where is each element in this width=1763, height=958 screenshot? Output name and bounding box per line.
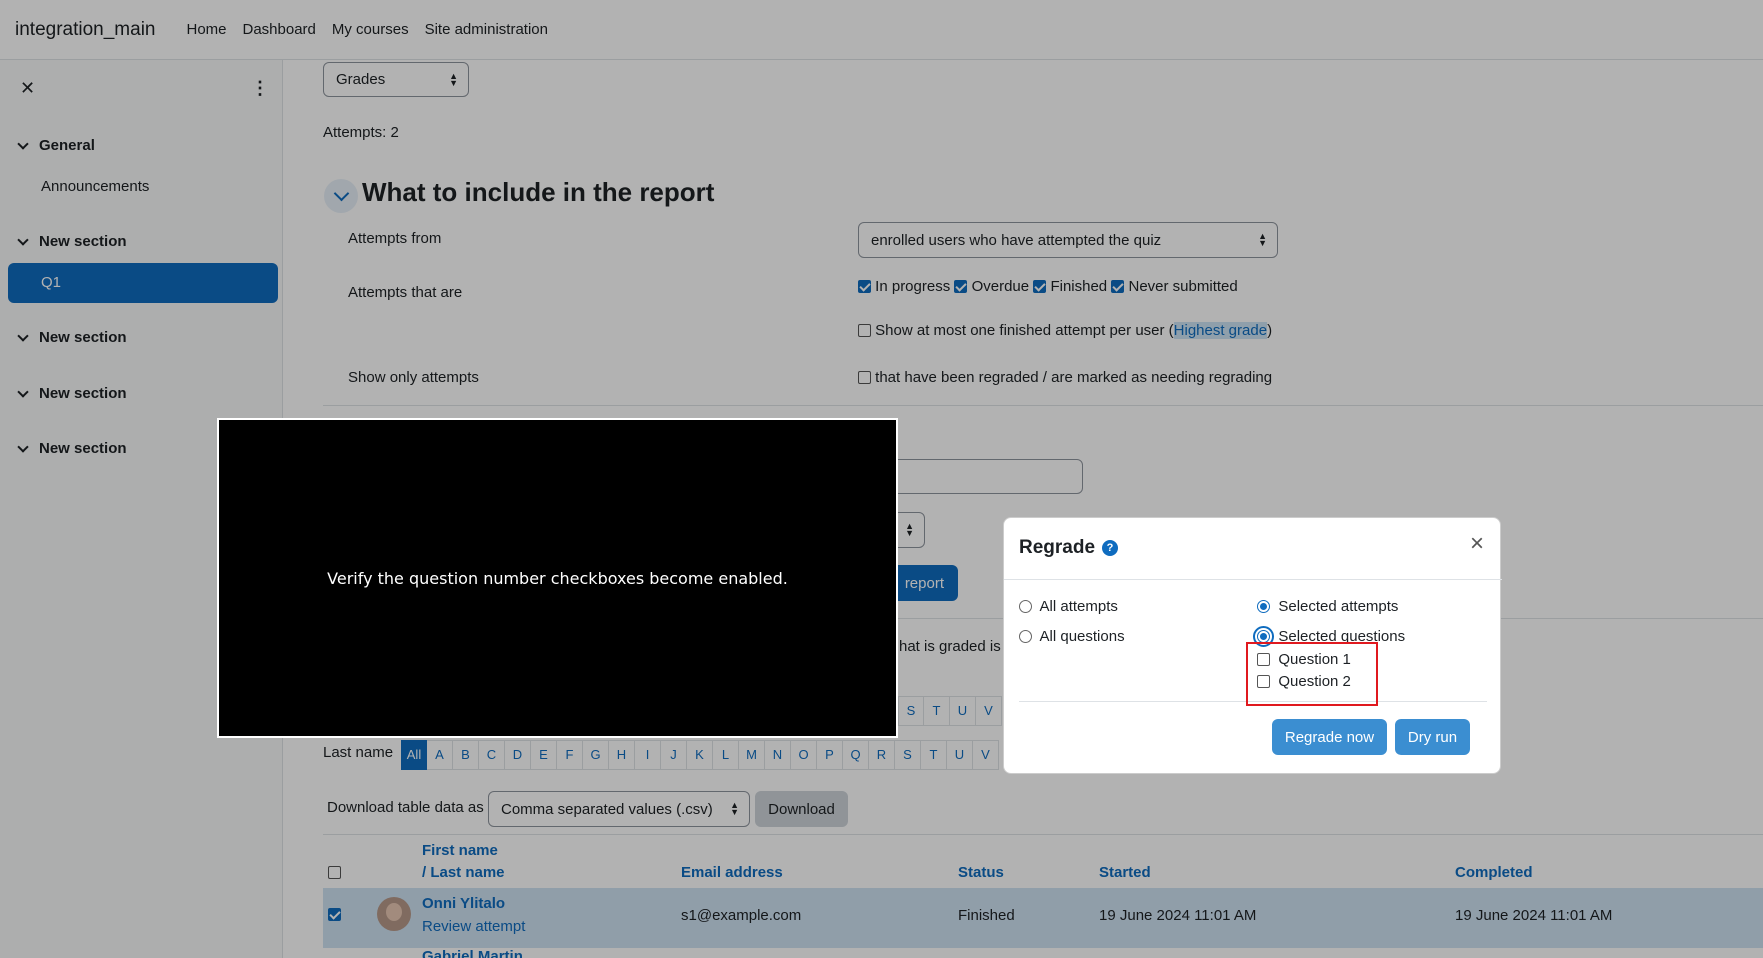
selected-attempts-option: Selected attempts: [1257, 598, 1398, 615]
dialog-title: Regrade: [1019, 537, 1096, 558]
all-questions-option: All questions: [1019, 628, 1125, 645]
regrade-now-button[interactable]: Regrade now: [1272, 719, 1387, 755]
help-icon[interactable]: ?: [1102, 540, 1118, 556]
caption-text: Verify the question number checkboxes be…: [327, 568, 788, 588]
close-icon[interactable]: ×: [1470, 532, 1484, 556]
instruction-caption: Verify the question number checkboxes be…: [217, 418, 898, 738]
all-attempts-radio[interactable]: [1019, 600, 1032, 613]
dry-run-button[interactable]: Dry run: [1395, 719, 1470, 755]
highlight-annotation: [1246, 642, 1378, 706]
all-questions-radio[interactable]: [1019, 630, 1032, 643]
selected-attempts-radio[interactable]: [1257, 600, 1270, 613]
divider: [1004, 579, 1502, 580]
all-attempts-option: All attempts: [1019, 598, 1118, 615]
